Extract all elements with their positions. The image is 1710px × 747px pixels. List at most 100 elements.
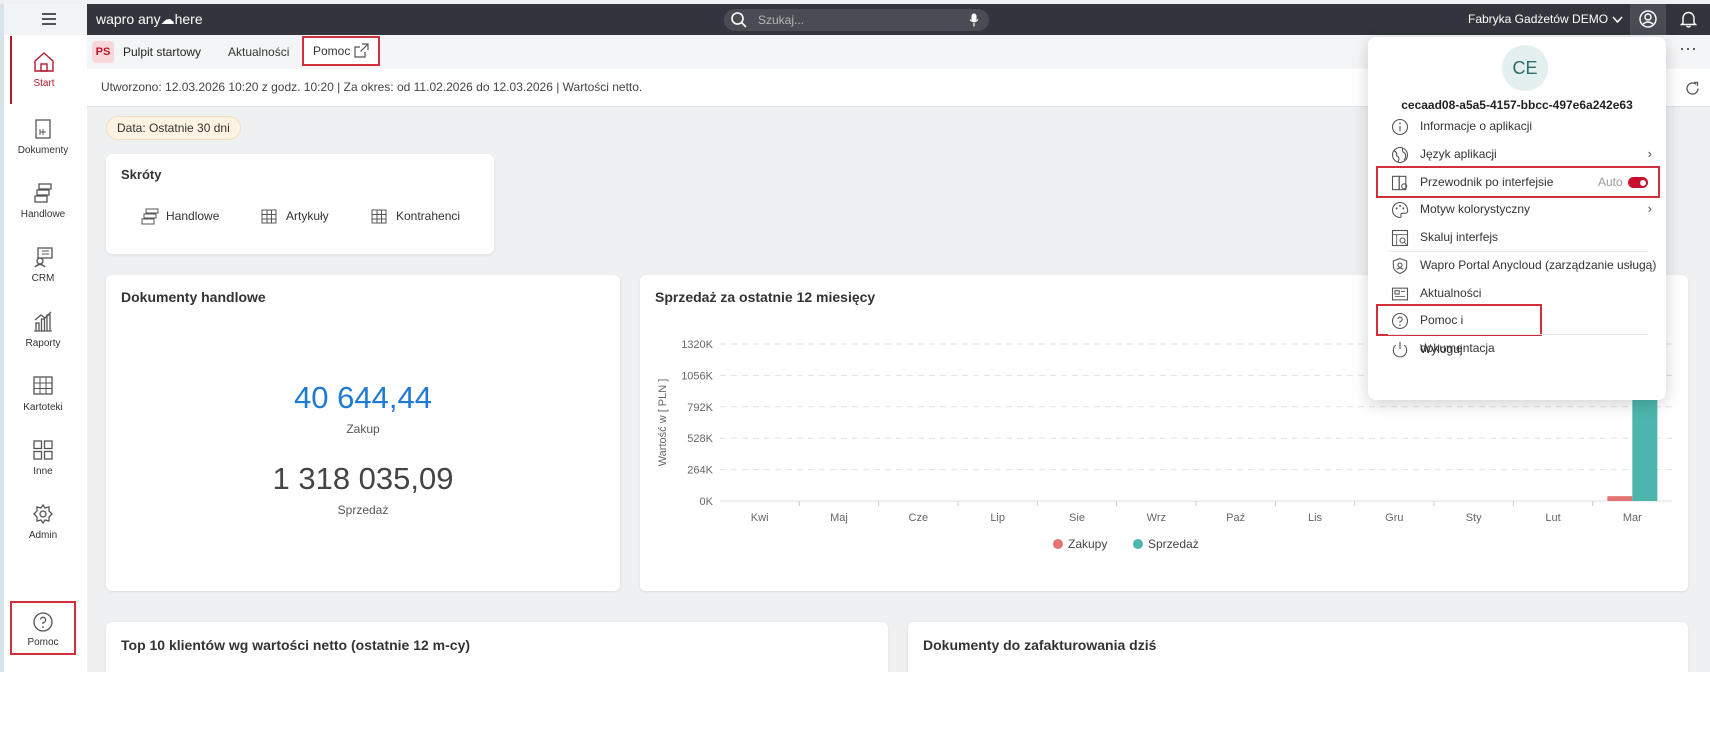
to-invoice-title: Dokumenty do zafakturowania dziś bbox=[923, 637, 1157, 653]
user-menu: CE cecaad08-a5a5-4157-bbcc-497e6a242e63 … bbox=[1368, 37, 1666, 400]
crm-icon bbox=[34, 247, 53, 268]
shortcuts-title: Skróty bbox=[121, 167, 162, 182]
menu-item-label: Wapro Portal Anycloud (zarządzanie usług… bbox=[1420, 258, 1657, 272]
menu-item-pomoc-i-dokumentacja[interactable]: Pomoc i dokumentacja bbox=[1376, 304, 1542, 355]
user-icon bbox=[1639, 10, 1657, 28]
menu-item-label: Motyw kolorystyczny bbox=[1420, 202, 1531, 216]
search-icon bbox=[731, 12, 747, 28]
refresh-icon[interactable] bbox=[1685, 81, 1700, 96]
chart-icon bbox=[34, 311, 52, 332]
toggle-knob bbox=[1640, 179, 1646, 186]
hamburger-icon[interactable] bbox=[0, 4, 87, 35]
x-tick-label: Cze bbox=[909, 512, 929, 524]
x-tick-label: Sty bbox=[1466, 512, 1482, 524]
sidebar-item-label: Inne bbox=[33, 466, 53, 477]
tab-pomoc[interactable]: Pomoc bbox=[302, 36, 380, 66]
tab-pulpit-startowy[interactable]: Pulpit startowy bbox=[123, 39, 201, 66]
sidebar-item-pomoc[interactable]: Pomoc bbox=[10, 601, 76, 655]
grid-icon bbox=[33, 376, 53, 395]
x-tick-label: Maj bbox=[830, 512, 848, 524]
guide-icon bbox=[1391, 175, 1408, 191]
shortcut-kontrahenci[interactable]: Kontrahenci bbox=[370, 209, 460, 224]
sales-label: Sprzedaż bbox=[337, 503, 389, 517]
documents-card: Dokumenty handlowe 40 644,44 Zakup 1 318… bbox=[106, 275, 620, 591]
microphone-icon[interactable] bbox=[969, 13, 979, 27]
avatar: CE bbox=[1502, 45, 1548, 91]
sidebar-item-label: Raporty bbox=[25, 338, 61, 349]
legend-marker bbox=[1053, 539, 1063, 549]
menu-item-label: Skaluj interfejs bbox=[1420, 230, 1499, 244]
tab-pomoc-label: Pomoc bbox=[313, 44, 351, 58]
x-tick-label: Gru bbox=[1385, 512, 1403, 524]
menu-item-motyw-kolorystyczny[interactable]: Motyw kolorystyczny › bbox=[1378, 195, 1658, 223]
more-options-icon[interactable]: ⋯ bbox=[1679, 39, 1697, 60]
news-icon bbox=[1391, 287, 1409, 301]
trade-icon bbox=[34, 183, 52, 203]
sidebar-item-label: Dokumenty bbox=[17, 145, 69, 156]
shield-icon bbox=[1392, 257, 1408, 275]
palette-icon bbox=[1392, 201, 1409, 219]
app-logo: wapro any☁here bbox=[96, 11, 203, 27]
info-icon bbox=[1391, 118, 1409, 136]
menu-item-wyloguj[interactable]: Wyloguj bbox=[1378, 335, 1658, 363]
user-id: cecaad08-a5a5-4157-bbcc-497e6a242e63 bbox=[1401, 98, 1633, 112]
sidebar-item-label: Admin bbox=[28, 530, 58, 541]
y-tick-label: 528K bbox=[687, 433, 713, 445]
menu-item-label: Przewodnik po interfejsie bbox=[1420, 175, 1554, 189]
sidebar-item-kartoteki[interactable]: Kartoteki bbox=[10, 360, 76, 428]
search-placeholder: Szukaj... bbox=[758, 13, 805, 27]
to-invoice-card: Dokumenty do zafakturowania dziś bbox=[908, 622, 1688, 672]
grid-icon bbox=[261, 209, 277, 224]
x-tick-label: Lip bbox=[990, 512, 1005, 524]
x-tick-label: Paź bbox=[1226, 512, 1245, 524]
help-icon bbox=[1391, 312, 1409, 330]
sidebar-item-start[interactable]: Start bbox=[10, 36, 76, 104]
guide-toggle[interactable] bbox=[1628, 177, 1648, 188]
sidebar-item-handlowe[interactable]: Handlowe bbox=[10, 167, 76, 235]
y-tick-label: 1056K bbox=[681, 370, 713, 382]
sidebar-item-label: Handlowe bbox=[20, 209, 66, 220]
app-window: wapro any☁here Szukaj... Fabryka Gadżetó… bbox=[0, 0, 1710, 672]
sidebar-item-admin[interactable]: Admin bbox=[10, 488, 76, 556]
grid-icon bbox=[371, 209, 387, 224]
tab-aktualnosci[interactable]: Aktualności bbox=[228, 39, 289, 66]
sidebar-item-raporty[interactable]: Raporty bbox=[10, 296, 76, 364]
sidebar-item-crm[interactable]: CRM bbox=[10, 231, 76, 299]
y-tick-label: 792K bbox=[687, 402, 713, 414]
notifications-button[interactable] bbox=[1670, 4, 1706, 35]
menu-item-label: Wyloguj bbox=[1420, 342, 1463, 356]
shortcut-handlowe[interactable]: Handlowe bbox=[140, 208, 219, 225]
date-filter-chip[interactable]: Data: Ostatnie 30 dni bbox=[106, 116, 241, 140]
x-tick-label: Wrz bbox=[1147, 512, 1166, 524]
sidebar-item-dokumenty[interactable]: Dokumenty bbox=[10, 103, 76, 171]
search-input[interactable]: Szukaj... bbox=[724, 9, 989, 31]
x-tick-label: Mar bbox=[1623, 512, 1642, 524]
document-icon bbox=[35, 119, 51, 139]
x-tick-label: Lut bbox=[1545, 512, 1560, 524]
tab-badge: PS bbox=[92, 41, 114, 63]
documents-title: Dokumenty handlowe bbox=[121, 289, 266, 305]
menu-item-przewodnik-po-interfejsie[interactable]: Przewodnik po interfejsie Auto bbox=[1376, 166, 1660, 198]
shortcuts-card: Skróty Handlowe Artykuły Kontrahenci bbox=[106, 154, 494, 254]
sidebar-item-inne[interactable]: Inne bbox=[10, 424, 76, 492]
bar-zakupy bbox=[1607, 496, 1633, 501]
menu-item-skaluj-interfejs[interactable]: Skaluj interfejs bbox=[1378, 223, 1658, 251]
user-account-button[interactable] bbox=[1630, 4, 1666, 35]
chevron-right-icon: › bbox=[1647, 201, 1652, 216]
company-name[interactable]: Fabryka Gadżetów DEMO bbox=[1468, 12, 1608, 26]
report-info-text: Utworzono: 12.03.2026 10:20 z godz. 10:2… bbox=[101, 80, 643, 94]
shortcut-artykuly[interactable]: Artykuły bbox=[260, 209, 329, 224]
help-icon bbox=[33, 612, 53, 632]
admin-gear-icon bbox=[33, 503, 53, 525]
apps-icon bbox=[33, 440, 53, 460]
x-tick-label: Sie bbox=[1069, 512, 1085, 524]
legend-label: Sprzedaż bbox=[1148, 537, 1199, 551]
legend-label: Zakupy bbox=[1068, 537, 1107, 551]
menu-item-język-aplikacji[interactable]: Język aplikacji › bbox=[1378, 140, 1658, 168]
trade-icon bbox=[141, 208, 159, 225]
menu-item-informacje-o-aplikacji[interactable]: Informacje o aplikacji bbox=[1378, 112, 1658, 140]
chevron-down-icon[interactable] bbox=[1612, 16, 1623, 24]
sidebar-item-label: Kartoteki bbox=[23, 402, 63, 413]
menu-item-aktualności[interactable]: Aktualności bbox=[1378, 279, 1658, 307]
menu-item-wapro-portal-anycloud-zarządzanie-usługą[interactable]: Wapro Portal Anycloud (zarządzanie usług… bbox=[1378, 251, 1658, 279]
